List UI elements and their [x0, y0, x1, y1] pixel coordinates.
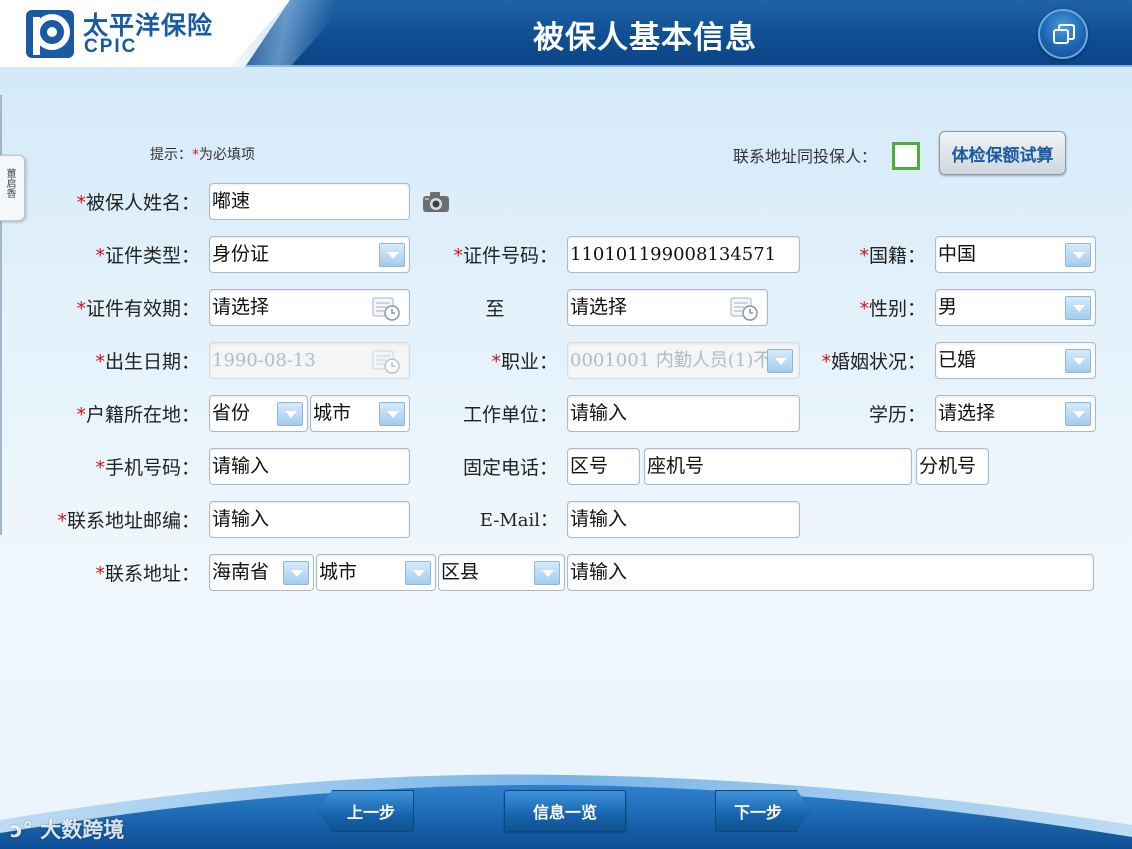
same-address-label: 联系地址同投保人：: [733, 147, 878, 166]
education-value: 请选择: [938, 402, 996, 424]
chevron-down-icon: [767, 349, 793, 373]
prev-step-button[interactable]: 上一步: [318, 790, 414, 832]
hint-star: *: [192, 147, 199, 163]
birth-label: *出生日期：: [95, 351, 200, 373]
nationality-value: 中国: [938, 243, 977, 265]
phone-number-input[interactable]: 座机号: [644, 448, 912, 485]
chevron-down-icon: [283, 561, 309, 585]
chevron-down-icon: [379, 243, 405, 267]
logo-text-en: CPIC: [84, 36, 138, 57]
id-number-input[interactable]: 110101199008134571: [567, 236, 800, 273]
watermark-logo-icon: ↄ°: [10, 818, 33, 842]
id-valid-end-picker[interactable]: 请选择: [567, 289, 768, 326]
side-drawer-tab[interactable]: 薑启香: [0, 155, 25, 221]
chevron-down-icon: [405, 561, 431, 585]
phone-label: 固定电话：: [462, 457, 558, 479]
id-valid-start-value: 请选择: [212, 296, 270, 318]
gender-select[interactable]: 男: [935, 289, 1096, 326]
phone-ext-input[interactable]: 分机号: [916, 448, 989, 485]
next-step-button[interactable]: 下一步: [715, 790, 811, 832]
cpic-logo-icon: [26, 10, 74, 58]
address-district-select[interactable]: 区县: [438, 554, 565, 591]
marital-value: 已婚: [938, 349, 977, 371]
calendar-clock-icon: [372, 297, 400, 321]
page-title: 被保人基本信息: [533, 20, 757, 56]
name-input[interactable]: 嘟速: [209, 183, 410, 220]
address-city-select[interactable]: 城市: [316, 554, 436, 591]
required-hint: 提示：*为必填项: [150, 144, 255, 164]
side-tab-label: 薑启香: [4, 168, 15, 198]
chevron-down-icon: [1065, 402, 1091, 426]
education-select[interactable]: 请选择: [935, 395, 1096, 432]
education-label: 学历：: [868, 404, 926, 426]
id-type-value: 身份证: [212, 243, 270, 265]
domicile-label: *户籍所在地：: [76, 404, 200, 426]
employer-label: 工作单位：: [462, 404, 558, 426]
to-label: 至: [485, 298, 505, 320]
zip-label: *联系地址邮编：: [57, 510, 200, 532]
marital-select[interactable]: 已婚: [935, 342, 1096, 379]
id-type-select[interactable]: 身份证: [209, 236, 410, 273]
occupation-label: *职业：: [491, 351, 558, 373]
address-city-value: 城市: [319, 561, 358, 583]
calendar-clock-icon: [730, 297, 758, 321]
domicile-province-value: 省份: [212, 402, 251, 424]
window-restore-icon: [1053, 24, 1075, 44]
hint-text: 为必填项: [199, 147, 255, 163]
gender-label: *性别：: [859, 298, 926, 320]
chevron-down-icon: [534, 561, 560, 585]
domicile-city-value: 城市: [313, 402, 352, 424]
camera-icon[interactable]: [421, 190, 451, 214]
hint-prefix: 提示：: [150, 147, 192, 163]
info-overview-button[interactable]: 信息一览: [504, 790, 626, 832]
watermark: ↄ° 大数跨境: [10, 814, 124, 844]
chevron-down-icon: [1065, 349, 1091, 373]
window-restore-button[interactable]: [1038, 9, 1088, 59]
same-address-checkbox[interactable]: [892, 142, 920, 170]
address-detail-input[interactable]: 请输入: [567, 554, 1094, 591]
chevron-down-icon: [1065, 296, 1091, 320]
employer-input[interactable]: 请输入: [567, 395, 800, 432]
gender-value: 男: [938, 296, 958, 318]
id-type-label: *证件类型：: [95, 245, 200, 267]
mobile-label: *手机号码：: [95, 457, 200, 479]
address-province-select[interactable]: 海南省: [209, 554, 314, 591]
name-label: *被保人姓名：: [76, 192, 200, 214]
address-label: *联系地址：: [95, 563, 200, 585]
calc-sum-insured-button[interactable]: 体检保额试算: [939, 131, 1066, 175]
nationality-label: *国籍：: [859, 245, 926, 267]
email-label: E-Mail：: [479, 510, 558, 531]
address-province-value: 海南省: [212, 561, 270, 583]
id-valid-start-picker[interactable]: 请选择: [209, 289, 410, 326]
domicile-city-select[interactable]: 城市: [310, 395, 410, 432]
mobile-input[interactable]: 请输入: [209, 448, 410, 485]
chevron-down-icon: [379, 402, 405, 426]
chevron-down-icon: [277, 402, 303, 426]
birth-value: 1990-08-13: [212, 350, 316, 371]
occupation-value: 0001001 内勤人员(1)不: [570, 350, 772, 371]
birth-date-picker: 1990-08-13: [209, 342, 410, 379]
phone-area-input[interactable]: 区号: [567, 448, 640, 485]
occupation-select: 0001001 内勤人员(1)不: [567, 342, 800, 379]
email-input[interactable]: 请输入: [567, 501, 800, 538]
watermark-text: 大数跨境: [40, 818, 125, 842]
id-valid-end-value: 请选择: [570, 296, 628, 318]
app-header: 太平洋保险 CPIC 被保人基本信息: [0, 0, 1132, 67]
nationality-select[interactable]: 中国: [935, 236, 1096, 273]
marital-label: *婚姻状况：: [821, 351, 926, 373]
calendar-clock-icon: [372, 350, 400, 374]
id-number-label: *证件号码：: [453, 245, 558, 267]
domicile-province-select[interactable]: 省份: [209, 395, 308, 432]
zip-input[interactable]: 请输入: [209, 501, 410, 538]
address-district-value: 区县: [441, 561, 480, 583]
id-valid-label: *证件有效期：: [76, 298, 200, 320]
chevron-down-icon: [1065, 243, 1091, 267]
